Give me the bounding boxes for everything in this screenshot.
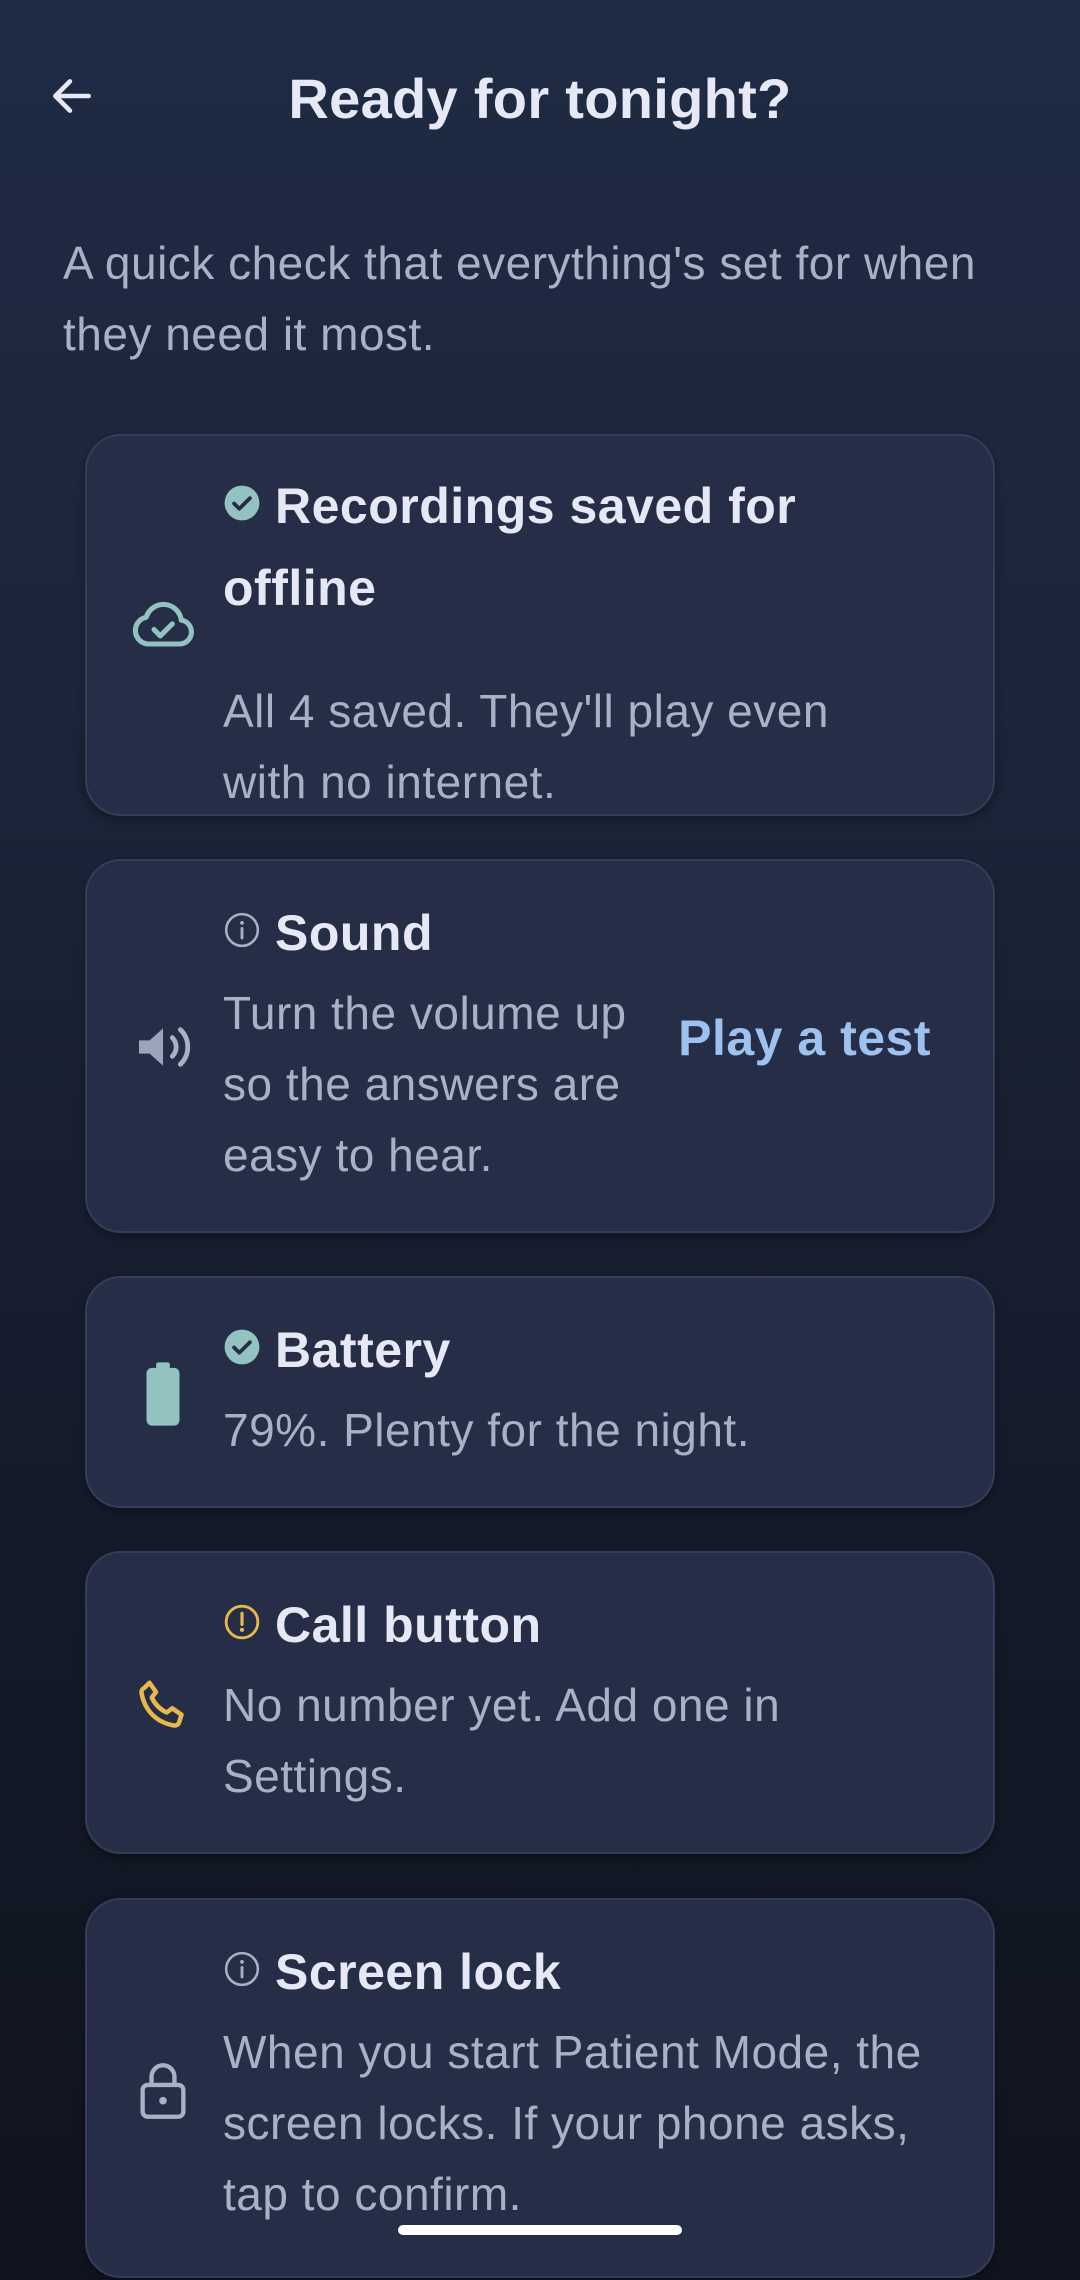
alert-circle-icon — [223, 1585, 275, 1664]
gesture-nav-handle[interactable] — [398, 2225, 682, 2235]
card-title: Recordings saved for offline — [223, 478, 797, 617]
info-circle-icon — [223, 893, 275, 972]
card-description: Turn the volume up so the answers are ea… — [223, 987, 627, 1181]
check-card-screen-lock: Screen lock When you start Patient Mode,… — [85, 1898, 995, 2278]
play-test-button[interactable]: Play a test — [678, 1009, 931, 1067]
phone-icon — [123, 1664, 203, 1744]
card-title: Battery — [275, 1322, 451, 1378]
speaker-icon — [123, 1007, 203, 1087]
info-circle-icon — [223, 1932, 275, 2011]
lock-icon — [123, 2050, 203, 2130]
card-description: All 4 saved. They'll play even with no i… — [223, 685, 829, 808]
check-card-call-button[interactable]: Call button No number yet. Add one in Se… — [85, 1551, 995, 1854]
page-title: Ready for tonight? — [288, 67, 792, 130]
cloud-check-icon — [123, 586, 203, 666]
card-title: Sound — [275, 905, 434, 961]
check-card-battery: Battery 79%. Plenty for the night. — [85, 1276, 995, 1508]
card-description: 79%. Plenty for the night. — [223, 1404, 750, 1456]
card-title: Call button — [275, 1597, 542, 1653]
card-description: When you start Patient Mode, the screen … — [223, 2026, 922, 2220]
check-card-sound: Sound Turn the volume up so the answers … — [85, 859, 995, 1233]
check-card-recordings: Recordings saved for offline All 4 saved… — [85, 434, 995, 816]
app-bar: Ready for tonight? — [0, 0, 1080, 205]
battery-icon — [123, 1354, 203, 1434]
card-title: Screen lock — [275, 1944, 562, 2000]
intro-text: A quick check that everything's set for … — [63, 237, 976, 360]
card-description: No number yet. Add one in Settings. — [223, 1679, 781, 1802]
check-circle-icon — [223, 1310, 275, 1389]
check-circle-icon — [223, 466, 275, 545]
